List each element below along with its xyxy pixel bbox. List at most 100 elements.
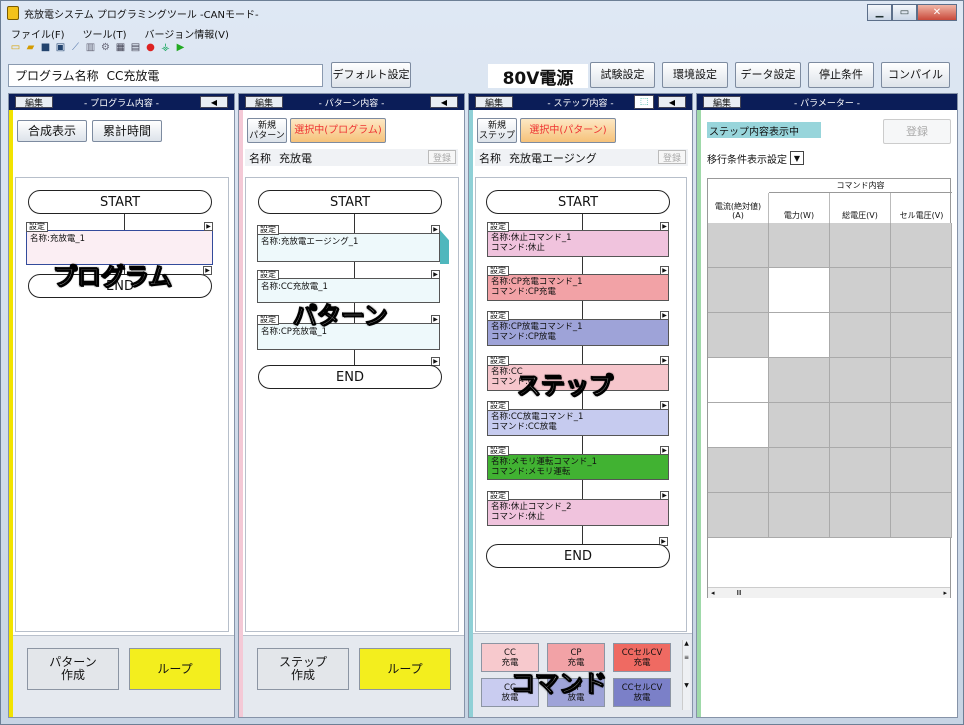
node-expand-icon[interactable]: ▶ xyxy=(660,356,669,365)
grid-cell[interactable] xyxy=(708,493,769,538)
insert-arrow-icon[interactable]: ▶ xyxy=(203,266,212,275)
gear-icon[interactable]: ⚙ xyxy=(99,42,112,54)
pattern-selected-tab[interactable]: 選択中(プログラム) xyxy=(290,118,386,143)
column-icon[interactable]: ▥ xyxy=(84,42,97,54)
grid-cell[interactable] xyxy=(891,358,952,403)
node-settings-button[interactable]: 設定 xyxy=(257,225,279,235)
pattern-collapse-button[interactable]: ◀ xyxy=(430,96,458,108)
grid-cell[interactable] xyxy=(830,493,891,538)
chevron-down-icon[interactable]: ▼ xyxy=(790,151,804,165)
program-name-field[interactable]: プログラム名称 CC充放電 xyxy=(8,64,323,87)
node-settings-button[interactable]: 設定 xyxy=(487,356,509,366)
create-step-button[interactable]: ステップ 作成 xyxy=(257,648,349,690)
data-settings-button[interactable]: データ設定 xyxy=(735,62,801,88)
grid-cell[interactable] xyxy=(769,493,830,538)
new-icon[interactable]: ▭ xyxy=(9,42,22,54)
compile-button[interactable]: コンパイル xyxy=(881,62,950,88)
command-button[interactable]: CCセルCV 放電 xyxy=(613,678,671,707)
create-pattern-button[interactable]: パターン 作成 xyxy=(27,648,119,690)
node-expand-icon[interactable]: ▶ xyxy=(431,225,440,234)
grid-cell[interactable] xyxy=(708,403,769,448)
close-button[interactable]: ✕ xyxy=(917,4,957,21)
command-button[interactable]: CCセルCV 充電 xyxy=(613,643,671,672)
minimize-button[interactable]: ▁ xyxy=(867,4,892,21)
grid-cell[interactable] xyxy=(708,313,769,358)
grid-cell[interactable] xyxy=(891,223,952,268)
node-settings-button[interactable]: 設定 xyxy=(487,266,509,276)
step-node[interactable]: 設定 ▶ 名称:メモリ運転コマンド_1 コマンド:メモリ運転 xyxy=(487,446,669,480)
transition-setting[interactable]: 移行条件表示設定 ▼ xyxy=(707,150,821,166)
node-settings-button[interactable]: 設定 xyxy=(487,311,509,321)
new-step-button[interactable]: 新規 ステップ xyxy=(477,118,517,143)
record-icon[interactable]: ● xyxy=(144,42,157,54)
grid-cell[interactable] xyxy=(769,313,830,358)
step-selected-tab[interactable]: 選択中(パターン) xyxy=(520,118,616,143)
pattern-register-button[interactable]: 登録 xyxy=(428,150,456,164)
step-node[interactable]: 設定 ▶ 名称:CC放電コマンド_1 コマンド:CC放電 xyxy=(487,401,669,436)
step-node[interactable]: 設定 ▶ 名称:休止コマンド_1 コマンド:休止 xyxy=(487,222,669,257)
menu-version[interactable]: バージョン情報(V) xyxy=(144,26,228,42)
node-settings-button[interactable]: 設定 xyxy=(487,491,509,501)
open-icon[interactable]: ▰ xyxy=(24,42,37,54)
menu-tools[interactable]: ツール(T) xyxy=(83,26,127,42)
run-icon[interactable]: ▶ xyxy=(174,42,187,54)
grid-cell[interactable] xyxy=(830,358,891,403)
node-expand-icon[interactable]: ▶ xyxy=(204,222,213,231)
grid-cell[interactable] xyxy=(830,223,891,268)
window-icon[interactable]: ▤ xyxy=(129,42,142,54)
grid-cell[interactable] xyxy=(830,448,891,493)
node-expand-icon[interactable]: ▶ xyxy=(660,491,669,500)
grid-cell[interactable] xyxy=(769,403,830,448)
grid-icon[interactable]: ▦ xyxy=(114,42,127,54)
grid-hscrollbar[interactable]: ◂ Ⅲ ▸ xyxy=(708,587,950,598)
composite-view-button[interactable]: 合成表示 xyxy=(17,120,87,142)
program-collapse-button[interactable]: ◀ xyxy=(200,96,228,108)
parameter-register-button[interactable]: 登録 xyxy=(883,119,951,144)
grid-cell[interactable] xyxy=(708,358,769,403)
node-settings-button[interactable]: 設定 xyxy=(257,315,279,325)
grid-cell[interactable] xyxy=(708,268,769,313)
save-icon[interactable]: ■ xyxy=(39,42,52,54)
link-icon[interactable]: ⟋ xyxy=(69,42,82,54)
step-register-button[interactable]: 登録 xyxy=(658,150,686,164)
grid-cell[interactable] xyxy=(830,268,891,313)
grid-cell[interactable] xyxy=(769,223,830,268)
node-expand-icon[interactable]: ▶ xyxy=(660,222,669,231)
grid-cell[interactable] xyxy=(769,268,830,313)
palette-scrollbar[interactable]: ▲ ≡ ▼ xyxy=(682,640,690,710)
node-settings-button[interactable]: 設定 xyxy=(487,222,509,232)
grid-cell[interactable] xyxy=(891,313,952,358)
grid-cell[interactable] xyxy=(891,493,952,538)
save-as-icon[interactable]: ▣ xyxy=(54,42,67,54)
node-expand-icon[interactable]: ▶ xyxy=(660,266,669,275)
step-collapse-button[interactable]: ◀ xyxy=(658,96,686,108)
step-node[interactable]: 設定 ▶ 名称:CP充電コマンド_1 コマンド:CP充電 xyxy=(487,266,669,301)
grid-cell[interactable] xyxy=(708,448,769,493)
step-node[interactable]: 設定 ▶ 名称:休止コマンド_2 コマンド:休止 xyxy=(487,491,669,526)
node-expand-icon[interactable]: ▶ xyxy=(431,270,440,279)
node-settings-button[interactable]: 設定 xyxy=(487,401,509,411)
new-pattern-button[interactable]: 新規 パターン xyxy=(247,118,287,143)
node-expand-icon[interactable]: ▶ xyxy=(660,446,669,455)
node-settings-button[interactable]: 設定 xyxy=(257,270,279,280)
pattern-node[interactable]: 設定 ▶ 名称:充放電エージング_1 xyxy=(257,225,440,262)
grid-cell[interactable] xyxy=(830,403,891,448)
grid-cell[interactable] xyxy=(830,313,891,358)
cumulative-time-button[interactable]: 累計時間 xyxy=(92,120,162,142)
grid-cell[interactable] xyxy=(891,403,952,448)
grid-cell[interactable] xyxy=(891,268,952,313)
maximize-button[interactable]: ▭ xyxy=(892,4,917,21)
node-settings-button[interactable]: 設定 xyxy=(487,446,509,456)
node-expand-icon[interactable]: ▶ xyxy=(660,401,669,410)
menu-file[interactable]: ファイル(F) xyxy=(11,26,65,42)
env-settings-button[interactable]: 環境設定 xyxy=(662,62,728,88)
node-expand-icon[interactable]: ▶ xyxy=(431,315,440,324)
stop-conditions-button[interactable]: 停止条件 xyxy=(808,62,874,88)
node-expand-icon[interactable]: ▶ xyxy=(660,311,669,320)
grid-cell[interactable] xyxy=(769,448,830,493)
step-node[interactable]: 設定 ▶ 名称:CP放電コマンド_1 コマンド:CP放電 xyxy=(487,311,669,346)
chart-icon[interactable]: ⬚ xyxy=(634,95,654,109)
program-loop-button[interactable]: ループ xyxy=(129,648,221,690)
grid-cell[interactable] xyxy=(769,358,830,403)
plug-icon[interactable]: ⚶ xyxy=(159,42,172,54)
